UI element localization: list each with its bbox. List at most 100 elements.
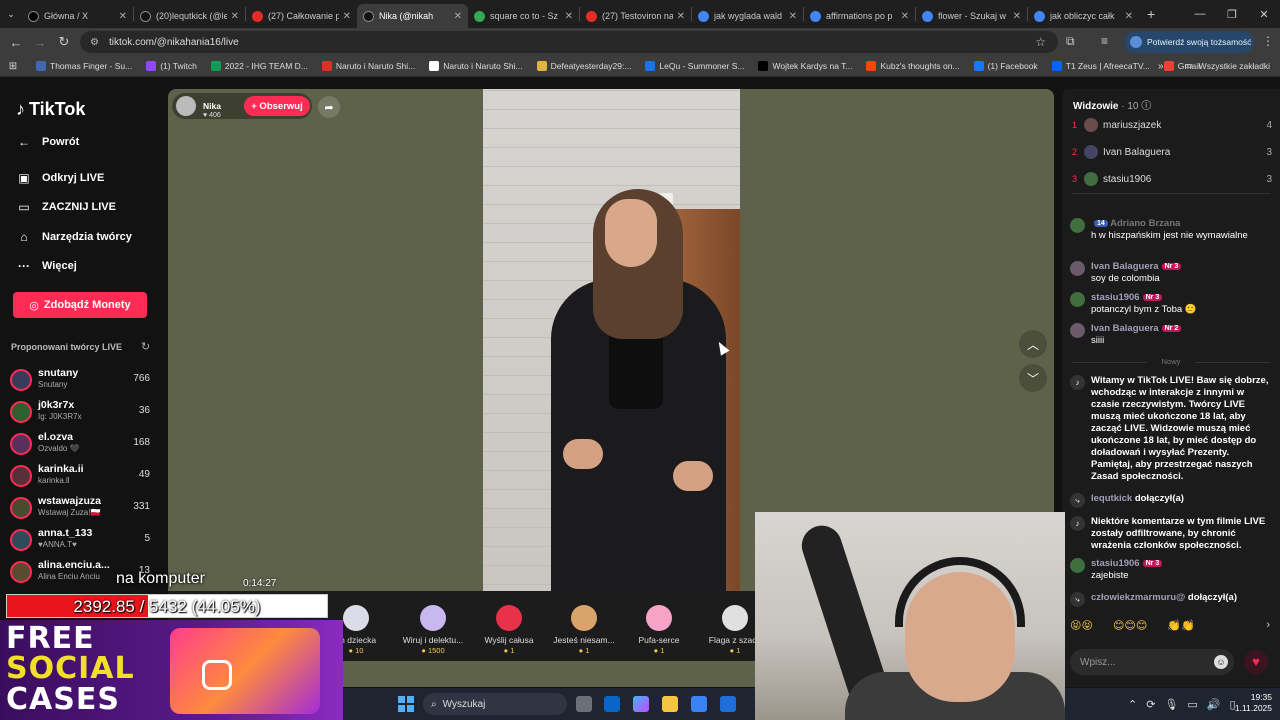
creator-row[interactable]: el.ozva Ozvaldo 🖤 168 bbox=[10, 431, 152, 461]
tab-close-icon[interactable]: ✕ bbox=[119, 11, 127, 22]
avatar[interactable] bbox=[1070, 323, 1085, 338]
bookmark-item[interactable]: Wojtek Kardys na T... bbox=[758, 61, 852, 71]
task-view-icon[interactable] bbox=[576, 696, 592, 712]
refresh-icon[interactable]: ↻ bbox=[141, 340, 150, 353]
tab-close-icon[interactable]: ✕ bbox=[343, 11, 351, 22]
chat-input[interactable]: Wpisz... bbox=[1070, 649, 1234, 675]
display-icon[interactable]: ▭ bbox=[1187, 698, 1197, 711]
emoji-button[interactable]: 😝😝 bbox=[1070, 619, 1093, 639]
bookmark-item[interactable]: Naruto i Naruto Shi... bbox=[429, 61, 523, 71]
file-explorer-icon[interactable] bbox=[662, 696, 678, 712]
get-coins-button[interactable]: ◎ Zdobądź Monety bbox=[13, 292, 147, 318]
join-user[interactable]: lequtkick bbox=[1091, 493, 1132, 504]
browser-tab[interactable]: (20)lequtkick (@le ✕ bbox=[134, 4, 245, 28]
gift-item[interactable]: Pufa-serce ● 1 bbox=[619, 605, 699, 655]
tab-close-icon[interactable]: ✕ bbox=[454, 11, 462, 22]
media-icon[interactable]: ≡ bbox=[1101, 34, 1108, 48]
microphone-icon[interactable]: 🎙 bbox=[1164, 698, 1178, 711]
tiktok-logo[interactable]: ♪ TikTok bbox=[16, 99, 85, 120]
follow-button[interactable]: + Obserwuj bbox=[244, 96, 310, 116]
emoji-button[interactable]: 👏👏 bbox=[1167, 619, 1194, 639]
tab-close-icon[interactable]: ✕ bbox=[901, 11, 909, 22]
creator-row[interactable]: snutany Snutany 766 bbox=[10, 367, 152, 397]
bookmark-item[interactable]: T1 Zeus | AfreecaTV... bbox=[1051, 61, 1150, 71]
all-bookmarks[interactable]: ▭ Wszystkie zakładki bbox=[1185, 60, 1270, 71]
sidebar-item-0[interactable]: ← Powrót bbox=[16, 135, 79, 149]
windows-start-icon[interactable] bbox=[398, 696, 414, 712]
bookmark-item[interactable]: Kubz's thoughts on... bbox=[866, 61, 960, 71]
gift-item[interactable]: Wyślij całusa ● 1 bbox=[469, 605, 549, 655]
bookmark-item[interactable]: LeQu - Summoner S... bbox=[645, 61, 744, 71]
browser-tab[interactable]: jak obliczyc całk ✕ bbox=[1028, 4, 1139, 28]
avatar[interactable] bbox=[1070, 292, 1085, 307]
menu-kebab-icon[interactable]: ⋮ bbox=[1262, 34, 1274, 48]
forward-icon[interactable]: → bbox=[28, 35, 52, 50]
more-bookmarks-icon[interactable]: » bbox=[1158, 61, 1164, 72]
gift-item[interactable]: Wiruj i delektu... ● 1500 bbox=[393, 605, 473, 655]
browser-tab[interactable]: Główna / X ✕ bbox=[22, 4, 133, 28]
app-icon[interactable] bbox=[720, 696, 736, 712]
creator-row[interactable]: anna.t_133 ♥ANNA.T♥ 5 bbox=[10, 527, 152, 557]
top-viewer-row[interactable]: 3 stasiu1906 3 bbox=[1072, 172, 1272, 190]
apps-grid-icon[interactable]: ⊞ bbox=[0, 61, 26, 72]
back-icon[interactable]: ← bbox=[4, 35, 28, 50]
minimize-icon[interactable]: — bbox=[1184, 8, 1216, 20]
sidebar-item-1[interactable]: ▣ Odkryj LIVE bbox=[16, 171, 104, 185]
share-icon[interactable]: ➦ bbox=[318, 96, 340, 118]
chat-user[interactable]: Ivan Balaguera bbox=[1091, 261, 1159, 272]
top-viewer-row[interactable]: 1 mariuszjazek 4 bbox=[1072, 118, 1272, 136]
chevron-right-icon[interactable]: › bbox=[1266, 619, 1270, 639]
top-viewer-row[interactable]: 2 Ivan Balaguera 3 bbox=[1072, 145, 1272, 163]
store-icon[interactable] bbox=[691, 696, 707, 712]
outlook-icon[interactable] bbox=[604, 696, 620, 712]
bookmark-item[interactable]: (1) Facebook bbox=[973, 61, 1038, 71]
browser-tab[interactable]: affirmations po p ✕ bbox=[804, 4, 915, 28]
bookmark-item[interactable]: Thomas Finger - Su... bbox=[36, 61, 132, 71]
taskbar-clock[interactable]: 19:35 1.11.2025 bbox=[1228, 692, 1272, 714]
close-icon[interactable]: ✕ bbox=[1248, 8, 1280, 21]
chat-user[interactable]: Ivan Balaguera bbox=[1091, 323, 1159, 334]
browser-tab[interactable]: flower - Szukaj w ✕ bbox=[916, 4, 1027, 28]
tab-close-icon[interactable]: ✕ bbox=[1125, 11, 1133, 22]
creator-row[interactable]: j0k3r7x Ig: J0K3R7x 36 bbox=[10, 399, 152, 429]
tab-close-icon[interactable]: ✕ bbox=[1013, 11, 1021, 22]
new-tab-button[interactable]: + bbox=[1147, 6, 1155, 22]
chat-user[interactable]: stasiu1906 bbox=[1091, 558, 1140, 569]
emoji-button[interactable]: 😊😊😊 bbox=[1113, 619, 1147, 639]
viewers-header[interactable]: Widzowie · 10 ⓘ bbox=[1073, 97, 1151, 112]
creator-row[interactable]: karinka.ii karinka.ll 49 bbox=[10, 463, 152, 493]
live-video[interactable] bbox=[483, 89, 740, 603]
tab-close-icon[interactable]: ✕ bbox=[565, 11, 573, 22]
sidebar-item-3[interactable]: ⌂ Narzędzia twórcy bbox=[16, 230, 132, 244]
info-icon[interactable]: ⓘ bbox=[1141, 101, 1151, 112]
tab-search-icon[interactable]: ⌄ bbox=[0, 9, 22, 20]
avatar[interactable] bbox=[1070, 261, 1085, 276]
bookmark-item[interactable]: (1) Twitch bbox=[146, 61, 197, 71]
avatar[interactable] bbox=[1070, 558, 1085, 573]
chevron-up-icon[interactable]: ︿ bbox=[1019, 330, 1047, 358]
chevron-up-icon[interactable]: ⌃ bbox=[1128, 698, 1137, 711]
browser-tab[interactable]: Nika (@nikah ✕ bbox=[357, 4, 468, 28]
verify-identity-button[interactable]: Potwierdź swoją tożsamość bbox=[1124, 31, 1254, 53]
gift-item[interactable]: Jesteś niesam... ● 1 bbox=[544, 605, 624, 655]
browser-tab[interactable]: (27) Całkowanie p ✕ bbox=[246, 4, 357, 28]
reload-icon[interactable]: ↻ bbox=[52, 34, 76, 50]
bookmark-star-icon[interactable]: ☆ bbox=[1035, 35, 1046, 49]
tab-close-icon[interactable]: ✕ bbox=[677, 11, 685, 22]
tab-close-icon[interactable]: ✕ bbox=[789, 11, 797, 22]
taskbar-search[interactable]: ⌕ Wyszukaj bbox=[423, 693, 567, 715]
volume-icon[interactable]: 🔊 bbox=[1207, 698, 1221, 711]
browser-tab[interactable]: jak wyglada wald ✕ bbox=[692, 4, 803, 28]
bookmark-item[interactable]: Naruto i Naruto Shi... bbox=[321, 61, 415, 71]
sidebar-item-4[interactable]: ··· Więcej bbox=[16, 259, 77, 273]
tab-close-icon[interactable]: ✕ bbox=[231, 11, 239, 22]
avatar[interactable] bbox=[1070, 218, 1085, 233]
chevron-down-icon[interactable]: ﹀ bbox=[1019, 364, 1047, 392]
browser-tab[interactable]: square co to - Sz ✕ bbox=[468, 4, 579, 28]
maximize-icon[interactable]: ❐ bbox=[1216, 8, 1248, 21]
copilot-icon[interactable] bbox=[633, 696, 649, 712]
bookmark-item[interactable]: 2022 - IHG TEAM D... bbox=[210, 61, 308, 71]
sync-icon[interactable]: ⟳ bbox=[1146, 698, 1155, 711]
site-info-icon[interactable]: ⚙ bbox=[90, 37, 99, 48]
sidebar-item-2[interactable]: ▭ ZACZNIJ LIVE bbox=[16, 200, 116, 214]
